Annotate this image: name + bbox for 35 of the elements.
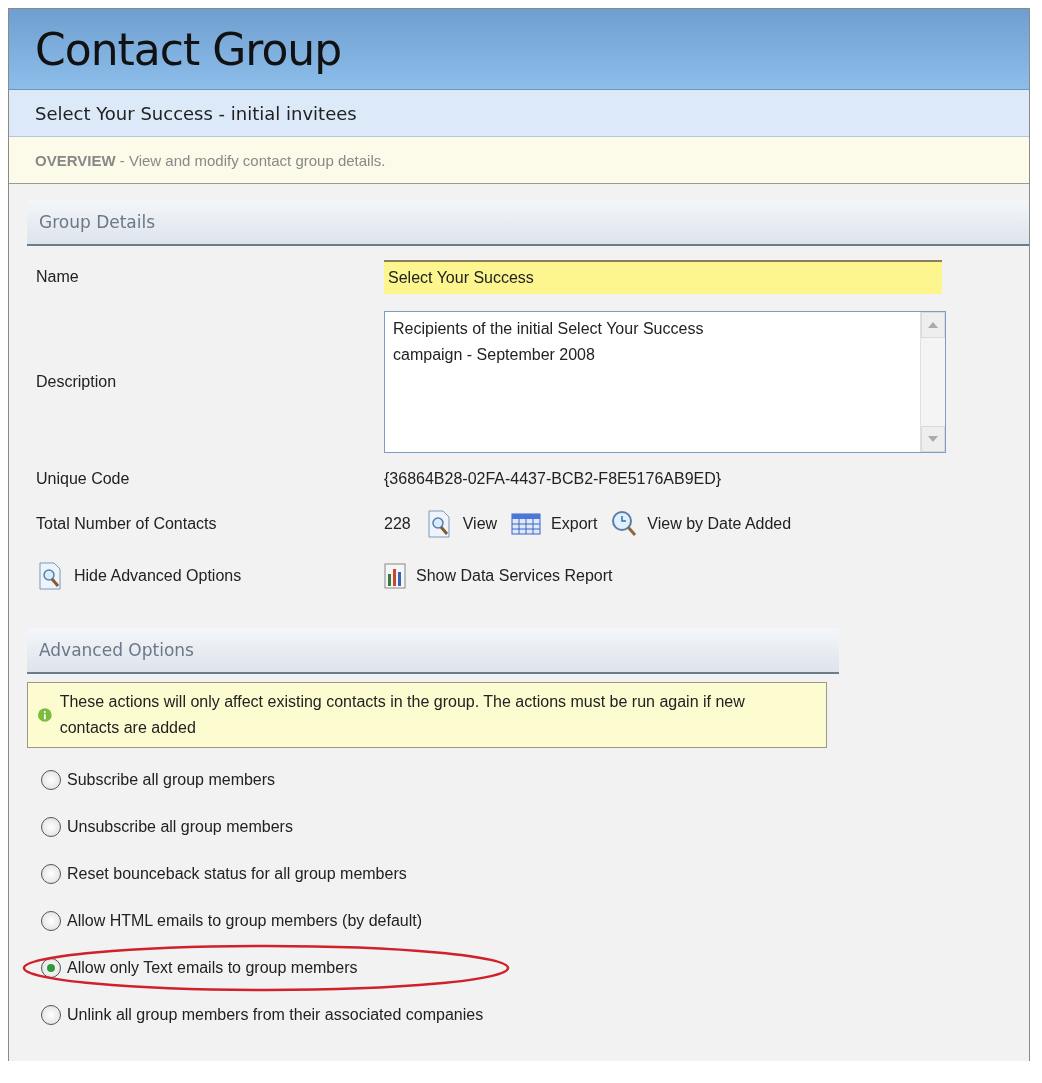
down-arrow-icon <box>928 436 938 442</box>
field-label: Total Number of Contacts <box>36 514 218 533</box>
up-arrow-icon <box>928 322 938 328</box>
radio-option[interactable]: Allow HTML emails to group members (by default) <box>41 897 423 944</box>
radio-option[interactable]: Unlink all group members from their associated companies <box>41 991 484 1038</box>
radio-button[interactable] <box>41 816 61 837</box>
radio-button[interactable] <box>41 863 61 884</box>
bar-chart-icon <box>384 562 406 590</box>
unique-code-value: {36864B28-02FA-4437-BCB2-F8E5176AB9ED} <box>384 469 723 488</box>
section-title: Advanced Options <box>39 640 194 660</box>
radio-button[interactable] <box>41 1004 61 1025</box>
section-title: Group Details <box>39 212 156 232</box>
action-link[interactable]: Show Data Services Report <box>384 562 1029 590</box>
field-label: Unique Code <box>36 469 131 488</box>
action-link[interactable]: Hide Advanced Options <box>36 561 384 591</box>
radio-option[interactable]: Subscribe all group members <box>41 756 276 803</box>
group-subtitle: Select Your Success - initial invitees <box>35 102 357 124</box>
overview-text: OVERVIEW - View and modify contact group details. <box>35 151 386 169</box>
contact-count: 228 <box>384 514 411 533</box>
radio-button[interactable] <box>41 910 61 931</box>
radio-button[interactable] <box>41 769 61 790</box>
radio-option[interactable]: Reset bounceback status for all group members <box>41 850 407 897</box>
page-title: Contact Group <box>35 23 342 75</box>
radio-option[interactable]: Unsubscribe all group members <box>41 803 293 850</box>
field-label: Name <box>36 268 80 286</box>
table-icon <box>511 512 542 535</box>
name-field[interactable]: Select Your Success <box>384 260 942 294</box>
toolbar-link[interactable]: View <box>424 508 498 539</box>
toolbar-link[interactable]: View by Date Added <box>611 509 792 538</box>
toolbar-link[interactable]: Export <box>511 512 598 535</box>
info-icon <box>38 707 52 723</box>
magnifier-clock-icon <box>611 509 638 538</box>
info-text: These actions will only affect existing contacts in the group. The actions must be run again if new contacts are added <box>59 692 746 738</box>
magnifier-page-icon <box>36 561 64 591</box>
field-label: Description <box>36 373 118 391</box>
